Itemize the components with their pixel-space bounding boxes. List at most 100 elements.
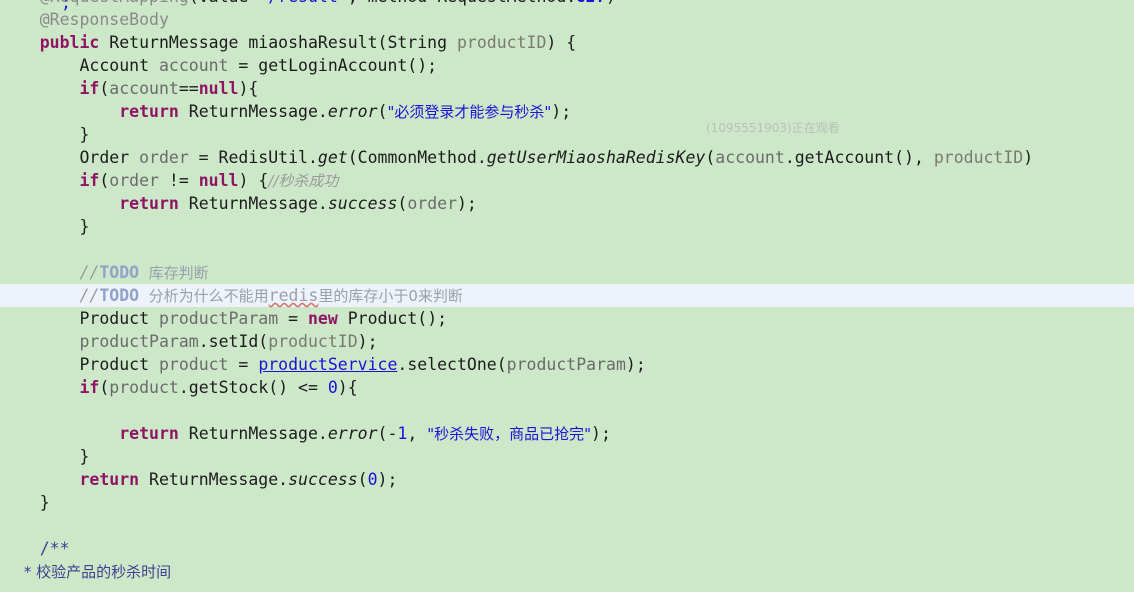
code-editor-viewport[interactable]: ; @RequestMapping(value="/result", metho… [0,0,1134,592]
code-line[interactable]: Order order = RedisUtil.get(CommonMethod… [0,146,1134,169]
code-line-current[interactable]: //TODO 分析为什么不能用redis里的库存小于0来判断 [0,284,1134,307]
code-token: ) [1023,148,1034,167]
code-line[interactable]: Product product = productService.selectO… [0,353,1134,376]
code-token: ); [591,424,611,443]
code-token: ){ [337,378,358,397]
code-token: product [158,355,229,374]
code-token: order [109,171,159,190]
code-token: // [79,286,100,305]
code-line[interactable] [0,238,1134,261]
code-line[interactable]: /** [0,537,1134,560]
code-token: = RedisUtil. [188,148,318,167]
code-token: getUserMiaoshaRedisKey [486,148,706,167]
code-line[interactable]: if(product.getStock() <= 0){ [0,376,1134,399]
code-token: get [317,148,348,167]
code-token: ReturnMessage. [178,424,328,443]
code-token: ); [457,194,477,213]
code-token: //秒杀成功 [268,172,339,190]
code-token: error [327,102,378,121]
code-token: account [715,148,785,167]
code-token: error [327,424,378,443]
code-line[interactable]: } [0,491,1134,514]
code-token: 0 [367,470,378,489]
code-token: ( [357,470,368,489]
code-line[interactable]: return ReturnMessage.error(-1, "秒杀失败，商品已… [0,422,1134,445]
code-token: Account [0,56,159,75]
code-line[interactable]: return ReturnMessage.success(order); [0,192,1134,215]
code-token: return [119,102,179,121]
code-token: value [199,0,249,6]
code-token: if [79,79,100,98]
code-token: 里的库存小于0来判断 [318,287,463,305]
code-token: ); [357,332,378,351]
code-token: return [119,194,179,213]
code-token: productParam [158,309,279,328]
code-line[interactable]: return ReturnMessage.error("必须登录才能参与秒杀")… [0,100,1134,123]
code-token: ReturnMessage. [178,194,328,213]
code-line[interactable]: @RequestMapping(value="/result", method=… [0,0,1134,8]
code-token: ReturnMessage. [139,470,289,489]
code-token: productService [258,355,398,374]
code-token: success [288,470,358,489]
code-token: order [407,194,457,213]
code-token: * 校验产品的秒杀时间 [0,563,172,581]
code-line[interactable]: } [0,445,1134,468]
code-line[interactable]: if(order != null) {//秒杀成功 [0,169,1134,192]
code-line[interactable]: Product productParam = new Product(); [0,307,1134,330]
code-token: "/result" [258,0,347,6]
code-token: ); [377,470,398,489]
code-token: GET [576,0,606,6]
code-token: success [327,194,398,213]
code-line[interactable]: //TODO 库存判断 [0,261,1134,284]
code-token: .setId( [198,332,269,351]
code-token: 分析为什么不能用 [139,287,269,305]
code-line[interactable]: } [0,215,1134,238]
code-token: } [0,493,50,512]
code-line[interactable]: if(account==null){ [0,77,1134,100]
code-text-area[interactable]: @RequestMapping(value="/result", method=… [0,0,1134,583]
code-line[interactable]: productParam.setId(productID); [0,330,1134,353]
code-token: = [427,0,437,6]
code-token: return [79,470,140,489]
code-token: Product [0,355,159,374]
code-line[interactable]: } [0,123,1134,146]
code-token: ( [189,0,199,6]
code-token: (CommonMethod. [347,148,487,167]
code-token: ( [377,102,388,121]
code-token: /** [0,539,70,558]
code-token: // [79,263,100,282]
code-token: if [79,171,100,190]
code-token: new [307,309,338,328]
code-line[interactable]: Account account = getLoginAccount(); [0,54,1134,77]
code-token: ){ [238,79,259,98]
code-line[interactable]: @ResponseBody [0,8,1134,31]
code-line[interactable] [0,399,1134,422]
code-line[interactable] [0,514,1134,537]
code-token: .getAccount(), [784,148,934,167]
code-line[interactable]: * 校验产品的秒杀时间 [0,560,1134,583]
code-token: != [158,171,199,190]
code-token: ) { [546,33,577,52]
code-line[interactable]: public ReturnMessage miaoshaResult(Strin… [0,31,1134,54]
code-token: account [109,79,179,98]
code-token: .selectOne( [397,355,507,374]
code-token: redis [268,286,319,305]
code-line[interactable]: return ReturnMessage.success(0); [0,468,1134,491]
code-token: "必须登录才能参与秒杀" [387,103,552,121]
code-token: productID [268,332,358,351]
code-token: 1 [397,424,408,443]
code-token: 库存判断 [139,264,209,282]
code-token: ( [99,378,110,397]
code-token: = getLoginAccount(); [228,56,438,75]
code-token: .getStock() <= [178,378,328,397]
code-token: ) [606,0,616,6]
code-token: Product [0,309,159,328]
